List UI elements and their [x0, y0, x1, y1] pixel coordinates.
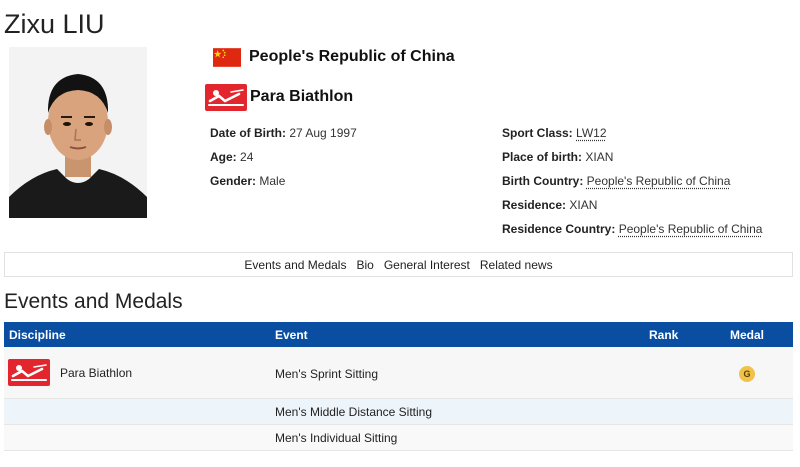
info-value: XIAN [585, 150, 614, 164]
table-header-row: Discipline Event Rank Medal [4, 322, 793, 347]
sport-class-link[interactable]: LW12 [576, 126, 606, 140]
info-label: Sport Class: [502, 126, 573, 140]
info-age: Age: 24 [210, 149, 357, 173]
sport-row: Para Biathlon [205, 83, 353, 111]
info-birth-country: Birth Country: People's Republic of Chin… [502, 173, 762, 197]
info-place-of-birth: Place of birth: XIAN [502, 149, 762, 173]
info-sport-class: Sport Class: LW12 [502, 125, 762, 149]
info-residence-country: Residence Country: People's Republic of … [502, 221, 762, 245]
china-flag-icon [213, 47, 241, 67]
info-label: Date of Birth: [210, 126, 286, 140]
info-date-of-birth: Date of Birth: 27 Aug 1997 [210, 125, 357, 149]
subnav-related-news[interactable]: Related news [480, 258, 553, 272]
events-medals-table: Discipline Event Rank Medal Para Biathlo… [4, 322, 793, 451]
info-label: Birth Country: [502, 174, 584, 188]
info-label: Place of birth: [502, 150, 583, 164]
table-row: Men's Middle Distance Sitting [4, 399, 793, 425]
info-residence: Residence: XIAN [502, 197, 762, 221]
header-event: Event [275, 328, 308, 342]
subnav-general-interest[interactable]: General Interest [384, 258, 470, 272]
event-name: Men's Middle Distance Sitting [275, 405, 433, 419]
para-biathlon-pictogram-icon [8, 359, 50, 386]
country-row: People's Republic of China [213, 46, 455, 68]
para-biathlon-pictogram-icon [205, 83, 247, 111]
sport-name: Para Biathlon [250, 88, 354, 105]
discipline-name: Para Biathlon [60, 365, 133, 380]
event-name: Men's Individual Sitting [275, 431, 398, 445]
athlete-info-left: Date of Birth: 27 Aug 1997 Age: 24 Gende… [210, 125, 357, 197]
discipline-cell: Para Biathlon [8, 359, 132, 386]
events-section-title: Events and Medals [4, 290, 183, 313]
gold-medal-icon: G [739, 366, 755, 382]
header-medal: Medal [730, 328, 765, 342]
header-rank: Rank [649, 328, 679, 342]
table-row: Men's Individual Sitting [4, 425, 793, 451]
birth-country-link[interactable]: People's Republic of China [587, 174, 731, 188]
athlete-info-right: Sport Class: LW12 Place of birth: XIAN B… [502, 125, 762, 245]
info-label: Age: [210, 150, 237, 164]
info-gender: Gender: Male [210, 173, 357, 197]
subnav-bio[interactable]: Bio [356, 258, 373, 272]
profile-subnav: Events and Medals Bio General Interest R… [4, 252, 793, 277]
subnav-events-and-medals[interactable]: Events and Medals [244, 258, 346, 272]
event-name: Men's Sprint Sitting [275, 367, 379, 381]
header-discipline: Discipline [9, 328, 66, 342]
residence-country-link[interactable]: People's Republic of China [619, 222, 763, 236]
info-value: Male [259, 174, 286, 188]
info-label: Residence Country: [502, 222, 616, 236]
country-name: People's Republic of China [249, 48, 455, 65]
athlete-photo [9, 47, 147, 218]
info-label: Residence: [502, 198, 567, 212]
info-value: 27 Aug 1997 [289, 126, 357, 140]
table-row: Para Biathlon Men's Sprint Sitting [4, 347, 793, 399]
athlete-name: Zixu LIU [4, 9, 105, 39]
info-value: XIAN [569, 198, 598, 212]
athlete-portrait-image [9, 47, 147, 218]
info-label: Gender: [210, 174, 257, 188]
info-value: 24 [240, 150, 254, 164]
